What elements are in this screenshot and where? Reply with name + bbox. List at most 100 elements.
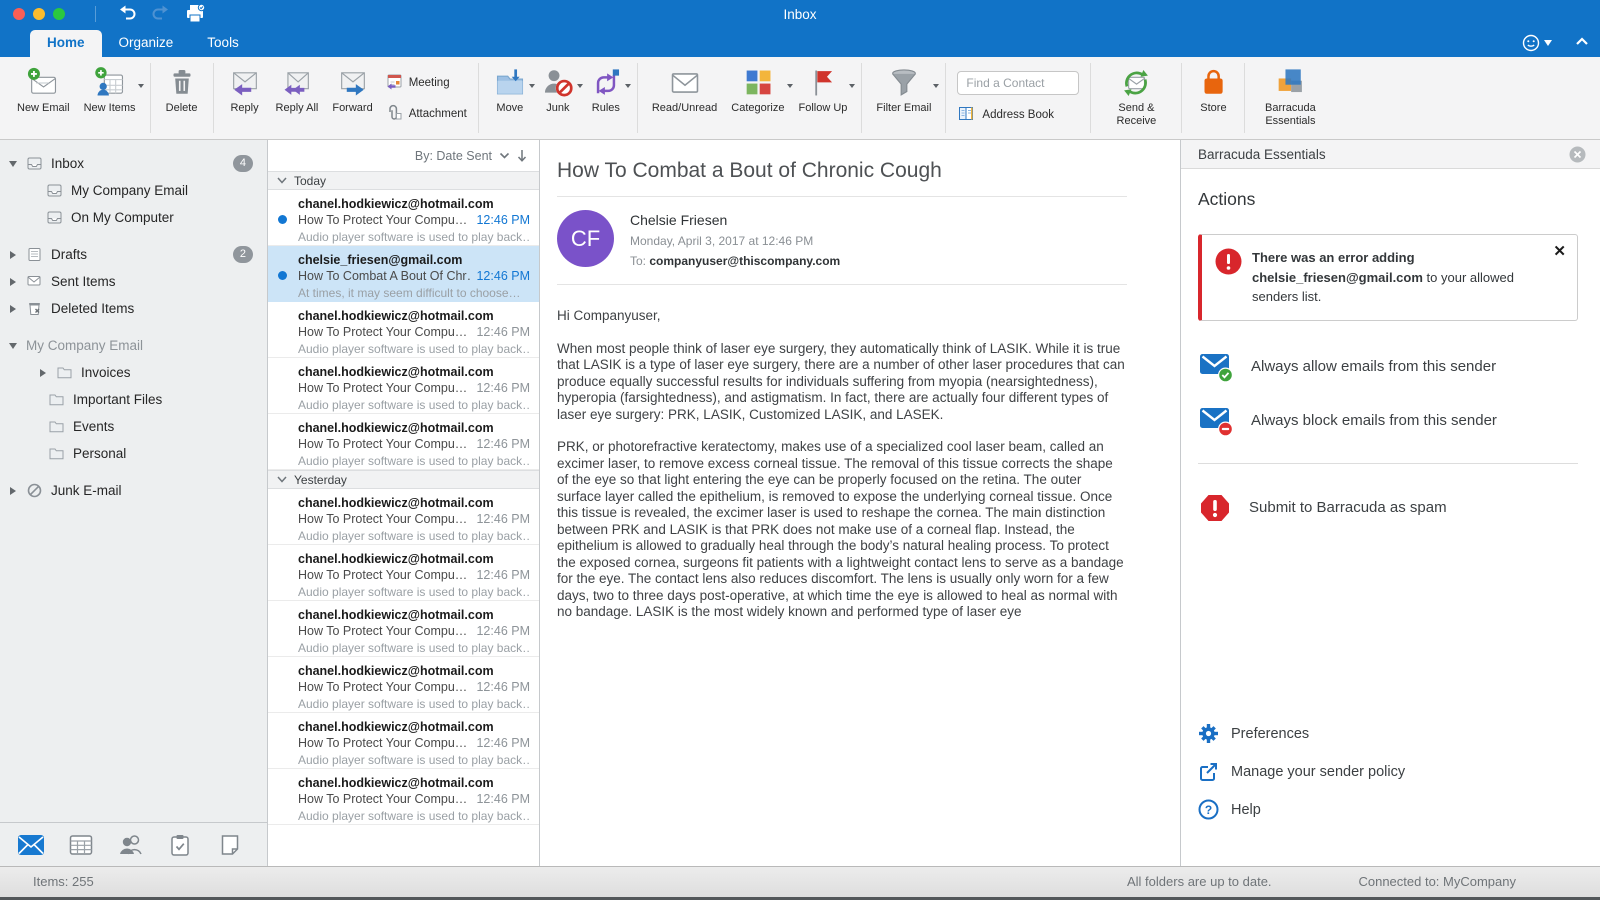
close-window-button[interactable] (13, 8, 25, 20)
always-block-button[interactable]: Always block emails from this sender (1198, 405, 1578, 437)
tab-tools[interactable]: Tools (190, 30, 256, 57)
find-contact-input[interactable] (957, 71, 1079, 95)
ribbon-group-filter: Filter Email (863, 57, 944, 139)
barracuda-panel-title: Barracuda Essentials (1198, 147, 1326, 162)
sidebar-item-important-files[interactable]: Important Files (0, 386, 267, 413)
notes-module-icon[interactable] (215, 831, 245, 859)
ribbon-meeting-attachment-column: Meeting Attachment (380, 62, 471, 134)
disclosure-triangle-icon[interactable] (0, 343, 26, 349)
people-module-icon[interactable] (116, 831, 146, 859)
move-button[interactable]: Move (486, 62, 534, 134)
rules-button[interactable]: Rules (582, 62, 630, 134)
barracuda-essentials-icon (1273, 65, 1307, 101)
filter-email-dropdown-caret (933, 84, 939, 88)
new-items-icon (93, 65, 127, 101)
feedback-smiley-icon[interactable] (1521, 33, 1552, 53)
email-list-item[interactable]: chanel.hodkiewicz@hotmail.com How To Pro… (268, 190, 539, 246)
recipient-address: companyuser@thiscompany.com (649, 254, 840, 268)
forward-button[interactable]: Forward (325, 62, 379, 134)
filter-email-button[interactable]: Filter Email (869, 62, 938, 134)
sidebar-item-events[interactable]: Events (0, 413, 267, 440)
email-list-item[interactable]: chelsie_friesen@gmail.com How To Combat … (268, 246, 539, 302)
panel-close-icon[interactable] (1569, 146, 1586, 163)
redo-icon[interactable] (144, 2, 178, 26)
inbox-icon (26, 155, 43, 172)
preferences-link[interactable]: Preferences (1198, 723, 1578, 744)
email-list-item[interactable]: chanel.hodkiewicz@hotmail.com How To Pro… (268, 489, 539, 545)
manage-sender-policy-link[interactable]: Manage your sender policy (1198, 761, 1578, 782)
ribbon-divider (213, 63, 214, 133)
sort-direction-icon[interactable] (517, 149, 527, 163)
drafts-count-badge: 2 (233, 246, 253, 262)
undo-icon[interactable] (110, 2, 144, 26)
reply-all-icon (280, 65, 314, 101)
address-book-button[interactable]: Address Book (957, 104, 1079, 126)
email-list-item[interactable]: chanel.hodkiewicz@hotmail.com How To Pro… (268, 657, 539, 713)
allow-envelope-icon (1198, 351, 1234, 383)
email-list-item[interactable]: chanel.hodkiewicz@hotmail.com How To Pro… (268, 601, 539, 657)
email-list-item[interactable]: chanel.hodkiewicz@hotmail.com How To Pro… (268, 713, 539, 769)
send-receive-button[interactable]: Send & Receive (1098, 62, 1174, 134)
folder-icon (48, 391, 65, 408)
disclosure-triangle-icon[interactable] (0, 161, 26, 167)
submit-spam-button[interactable]: Submit to Barracuda as spam (1198, 492, 1578, 524)
body-paragraph: PRK, or photorefractive keratectomy, mak… (557, 439, 1127, 621)
meeting-button[interactable]: Meeting (384, 72, 467, 94)
delete-button[interactable]: Delete (158, 62, 206, 134)
group-header-today[interactable]: Today (268, 171, 539, 190)
collapse-ribbon-icon[interactable] (1574, 34, 1590, 52)
mail-module-icon[interactable] (16, 831, 46, 859)
sidebar-item-deleted[interactable]: Deleted Items (0, 295, 267, 322)
tab-home[interactable]: Home (30, 30, 102, 57)
sidebar-item-inbox-on-my-computer[interactable]: On My Computer (0, 204, 267, 231)
store-button[interactable]: Store (1189, 62, 1237, 134)
email-list-item[interactable]: chanel.hodkiewicz@hotmail.com How To Pro… (268, 545, 539, 601)
reply-button[interactable]: Reply (221, 62, 269, 134)
sidebar-item-invoices[interactable]: Invoices (0, 359, 267, 386)
email-list-item[interactable]: chanel.hodkiewicz@hotmail.com How To Pro… (268, 358, 539, 414)
print-icon[interactable] (178, 2, 212, 26)
disclosure-triangle-icon[interactable] (0, 305, 26, 313)
tasks-module-icon[interactable] (165, 831, 195, 859)
barracuda-panel: Barracuda Essentials Actions ✕ There was… (1180, 140, 1600, 866)
disclosure-triangle-icon[interactable] (0, 487, 26, 495)
disclosure-triangle-icon[interactable] (30, 369, 56, 377)
unread-count-badge: 4 (233, 155, 253, 171)
sort-chevron-icon[interactable] (499, 152, 510, 160)
follow-up-button[interactable]: Follow Up (792, 62, 855, 134)
junk-button[interactable]: Junk (534, 62, 582, 134)
new-email-button[interactable]: New Email (10, 62, 77, 134)
categorize-button[interactable]: Categorize (724, 62, 791, 134)
sidebar-item-junk[interactable]: Junk E-mail (0, 477, 267, 504)
email-list-item[interactable]: chanel.hodkiewicz@hotmail.com How To Pro… (268, 769, 539, 825)
minimize-window-button[interactable] (33, 8, 45, 20)
zoom-window-button[interactable] (53, 8, 65, 20)
list-sort-toolbar[interactable]: By: Date Sent (268, 140, 539, 171)
ribbon-group-send-receive: Send & Receive (1092, 57, 1180, 139)
tab-organize[interactable]: Organize (102, 30, 191, 57)
email-list-item[interactable]: chanel.hodkiewicz@hotmail.com How To Pro… (268, 302, 539, 358)
barracuda-essentials-button[interactable]: Barracuda Essentials (1252, 62, 1328, 134)
error-close-icon[interactable]: ✕ (1553, 242, 1566, 262)
sidebar-section-my-company-email[interactable]: My Company Email (0, 332, 267, 359)
sidebar-item-inbox-company[interactable]: My Company Email (0, 177, 267, 204)
read-unread-button[interactable]: Read/Unread (645, 62, 724, 134)
sidebar-item-drafts[interactable]: Drafts 2 (0, 241, 267, 268)
new-items-dropdown-caret (138, 84, 144, 88)
always-allow-button[interactable]: Always allow emails from this sender (1198, 351, 1578, 383)
reply-all-button[interactable]: Reply All (269, 62, 326, 134)
disclosure-triangle-icon[interactable] (0, 251, 26, 259)
reply-icon (228, 65, 262, 101)
disclosure-triangle-icon[interactable] (0, 278, 26, 286)
sort-by-label[interactable]: By: Date Sent (415, 149, 492, 163)
sidebar-item-personal[interactable]: Personal (0, 440, 267, 467)
sidebar-item-inbox[interactable]: Inbox 4 (0, 150, 267, 177)
help-link[interactable]: ? Help (1198, 799, 1578, 820)
email-list-item[interactable]: chanel.hodkiewicz@hotmail.com How To Pro… (268, 414, 539, 470)
group-header-yesterday[interactable]: Yesterday (268, 470, 539, 489)
attachment-button[interactable]: Attachment (384, 103, 467, 125)
calendar-module-icon[interactable] (66, 831, 96, 859)
sidebar-item-sent[interactable]: Sent Items (0, 268, 267, 295)
folder-icon (48, 418, 65, 435)
new-items-button[interactable]: New Items (77, 62, 143, 134)
